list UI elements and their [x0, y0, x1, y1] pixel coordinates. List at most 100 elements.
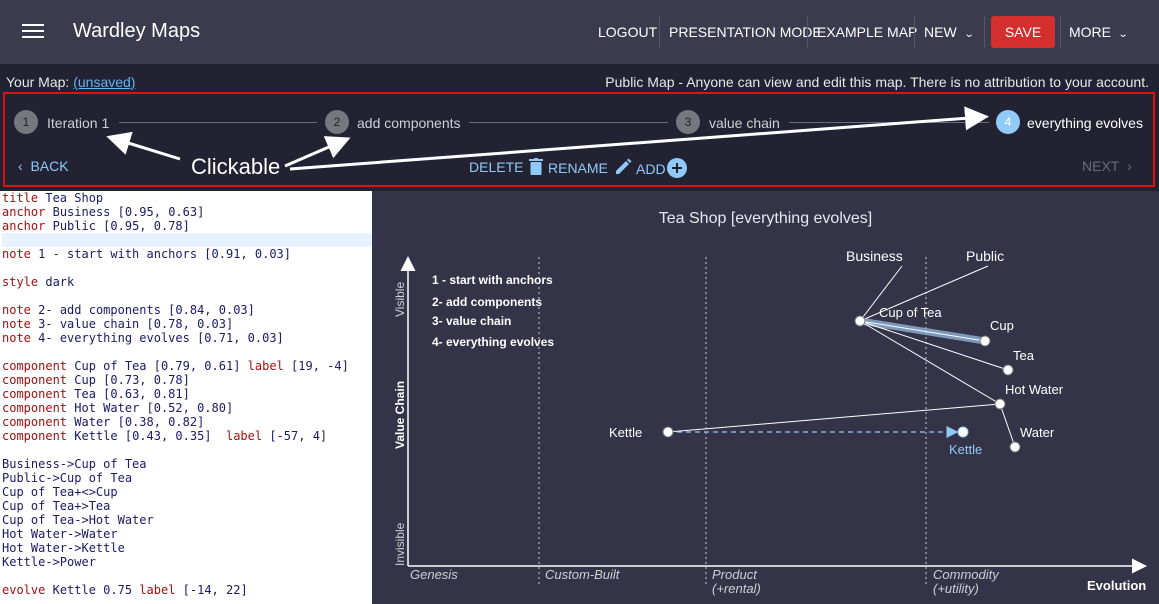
- step-3-number[interactable]: 3: [676, 110, 700, 134]
- code-line[interactable]: component Hot Water [0.52, 0.80]: [2, 401, 372, 415]
- step-4-label[interactable]: everything evolves: [1027, 115, 1143, 131]
- code-text: [19, -4]: [291, 359, 349, 373]
- code-keyword: note: [2, 317, 31, 331]
- rename-button[interactable]: RENAME: [548, 158, 632, 176]
- code-line[interactable]: component Kettle [0.43, 0.35] label [-57…: [2, 429, 372, 443]
- code-line[interactable]: Hot Water->Kettle: [2, 541, 372, 555]
- component-kettle-evolved[interactable]: [957, 426, 969, 438]
- menu-icon[interactable]: [20, 20, 46, 44]
- code-text: 2- add components [0.84, 0.03]: [38, 303, 255, 317]
- code-text: 1 - start with anchors [0.91, 0.03]: [38, 247, 292, 261]
- delete-label: DELETE: [469, 159, 524, 175]
- code-text: [-57, 4]: [269, 429, 328, 443]
- chevron-left-icon: ‹: [18, 158, 31, 174]
- stage-label-custom-built: Custom-Built: [545, 567, 621, 582]
- step-2-number[interactable]: 2: [325, 110, 349, 134]
- chevron-down-icon: ⌄: [1117, 29, 1129, 40]
- code-line[interactable]: title Tea Shop: [2, 191, 372, 205]
- component-label: Water: [1020, 425, 1055, 440]
- step-1-number[interactable]: 1: [14, 110, 38, 134]
- code-text: Tea Shop: [45, 191, 104, 205]
- code-text: [-14, 22]: [182, 583, 248, 597]
- link-hot-water-water: [999, 403, 1016, 448]
- code-line[interactable]: note 2- add components [0.84, 0.03]: [2, 303, 372, 317]
- code-line[interactable]: [2, 233, 372, 247]
- code-keyword: anchor: [2, 219, 46, 233]
- unsaved-link[interactable]: (unsaved): [73, 74, 135, 90]
- code-line[interactable]: component Tea [0.63, 0.81]: [2, 387, 372, 401]
- code-text: Tea [0.63, 0.81]: [74, 387, 190, 401]
- code-text: Public->Cup of Tea: [2, 471, 133, 485]
- map-code-editor[interactable]: title Tea Shop anchor Business [0.95, 0.6…: [0, 191, 372, 604]
- code-text: 3- value chain [0.78, 0.03]: [38, 317, 234, 331]
- component-tea[interactable]: [1002, 364, 1014, 376]
- step-4-number[interactable]: 4: [996, 110, 1020, 134]
- component-label: Hot Water: [1005, 382, 1064, 397]
- code-keyword: label: [139, 583, 176, 597]
- code-keyword: style: [2, 275, 39, 289]
- component-label: Kettle: [609, 425, 642, 440]
- code-text: Kettle [0.43, 0.35]: [74, 429, 226, 443]
- code-line[interactable]: Hot Water->Water: [2, 527, 372, 541]
- code-line[interactable]: Kettle->Power: [2, 555, 372, 569]
- component-water[interactable]: [1009, 441, 1021, 453]
- code-text: Hot Water [0.52, 0.80]: [74, 401, 234, 415]
- stage-label-product-sub: (+rental): [712, 581, 761, 596]
- code-line[interactable]: Business->Cup of Tea: [2, 457, 372, 471]
- code-line[interactable]: Cup of Tea+>Tea: [2, 499, 372, 513]
- code-line[interactable]: note 3- value chain [0.78, 0.03]: [2, 317, 372, 331]
- code-line[interactable]: [2, 261, 372, 275]
- code-line[interactable]: Cup of Tea+<>Cup: [2, 485, 372, 499]
- code-line[interactable]: Public->Cup of Tea: [2, 471, 372, 485]
- component-label: Tea: [1013, 348, 1035, 363]
- code-line[interactable]: style dark: [2, 275, 372, 289]
- code-line[interactable]: [2, 289, 372, 303]
- map-svg: Visible Value Chain Invisible Evolution …: [393, 248, 1147, 596]
- code-line[interactable]: note 4- everything evolves [0.71, 0.03]: [2, 331, 372, 345]
- code-line[interactable]: Cup of Tea->Hot Water: [2, 513, 372, 527]
- logout-button[interactable]: LOGOUT: [598, 16, 657, 48]
- presentation-mode-button[interactable]: PRESENTATION MODE: [669, 16, 822, 48]
- wardley-map-canvas[interactable]: Tea Shop [everything evolves] Visible Va…: [372, 191, 1159, 604]
- delete-button[interactable]: DELETE: [469, 158, 544, 175]
- code-line[interactable]: anchor Business [0.95, 0.63]: [2, 205, 372, 219]
- code-line[interactable]: component Water [0.38, 0.82]: [2, 415, 372, 429]
- step-3-label[interactable]: value chain: [709, 115, 780, 131]
- anchor-public[interactable]: Public: [966, 248, 1004, 264]
- code-line[interactable]: [2, 443, 372, 457]
- back-button[interactable]: ‹ BACK: [18, 158, 69, 174]
- y-axis-top-label: Visible: [393, 282, 407, 317]
- code-line[interactable]: component Cup of Tea [0.79, 0.61] label …: [2, 359, 372, 373]
- add-button[interactable]: ADD: [636, 158, 688, 178]
- component-hot-water[interactable]: [994, 398, 1006, 410]
- more-menu-button[interactable]: MORE ⌄: [1069, 16, 1129, 48]
- component-cup-of-tea[interactable]: [854, 315, 866, 327]
- code-text: Cup of Tea->Hot Water: [2, 513, 154, 527]
- step-1-label[interactable]: Iteration 1: [47, 115, 109, 131]
- stage-label-product: Product: [712, 567, 758, 582]
- code-line[interactable]: evolve Kettle 0.75 label [-14, 22]: [2, 583, 372, 597]
- code-line[interactable]: anchor Public [0.95, 0.78]: [2, 219, 372, 233]
- code-text: Cup of Tea+>Tea: [2, 499, 111, 513]
- y-axis-label: Value Chain: [393, 381, 407, 449]
- public-map-note: Public Map - Anyone can view and edit th…: [605, 74, 1149, 90]
- component-cup[interactable]: [979, 335, 991, 347]
- code-line[interactable]: [2, 569, 372, 583]
- code-line[interactable]: [2, 345, 372, 359]
- step-2-label[interactable]: add components: [357, 115, 461, 131]
- code-text: Cup of Tea [0.79, 0.61]: [74, 359, 248, 373]
- save-button[interactable]: SAVE: [991, 16, 1055, 48]
- new-menu-button[interactable]: NEW ⌄: [924, 16, 974, 48]
- divider: [914, 16, 915, 48]
- code-keyword: label: [247, 359, 284, 373]
- example-map-button[interactable]: EXAMPLE MAP: [817, 16, 917, 48]
- component-kettle[interactable]: [662, 426, 674, 438]
- code-text: Cup [0.73, 0.78]: [74, 373, 190, 387]
- code-line[interactable]: component Cup [0.73, 0.78]: [2, 373, 372, 387]
- link-cup-of-tea-cup: [859, 320, 986, 342]
- anchor-business[interactable]: Business: [846, 248, 903, 264]
- divider: [1060, 16, 1061, 48]
- code-line[interactable]: note 1 - start with anchors [0.91, 0.03]: [2, 247, 372, 261]
- step-connector: [119, 122, 317, 123]
- next-button[interactable]: NEXT ›: [1082, 158, 1132, 174]
